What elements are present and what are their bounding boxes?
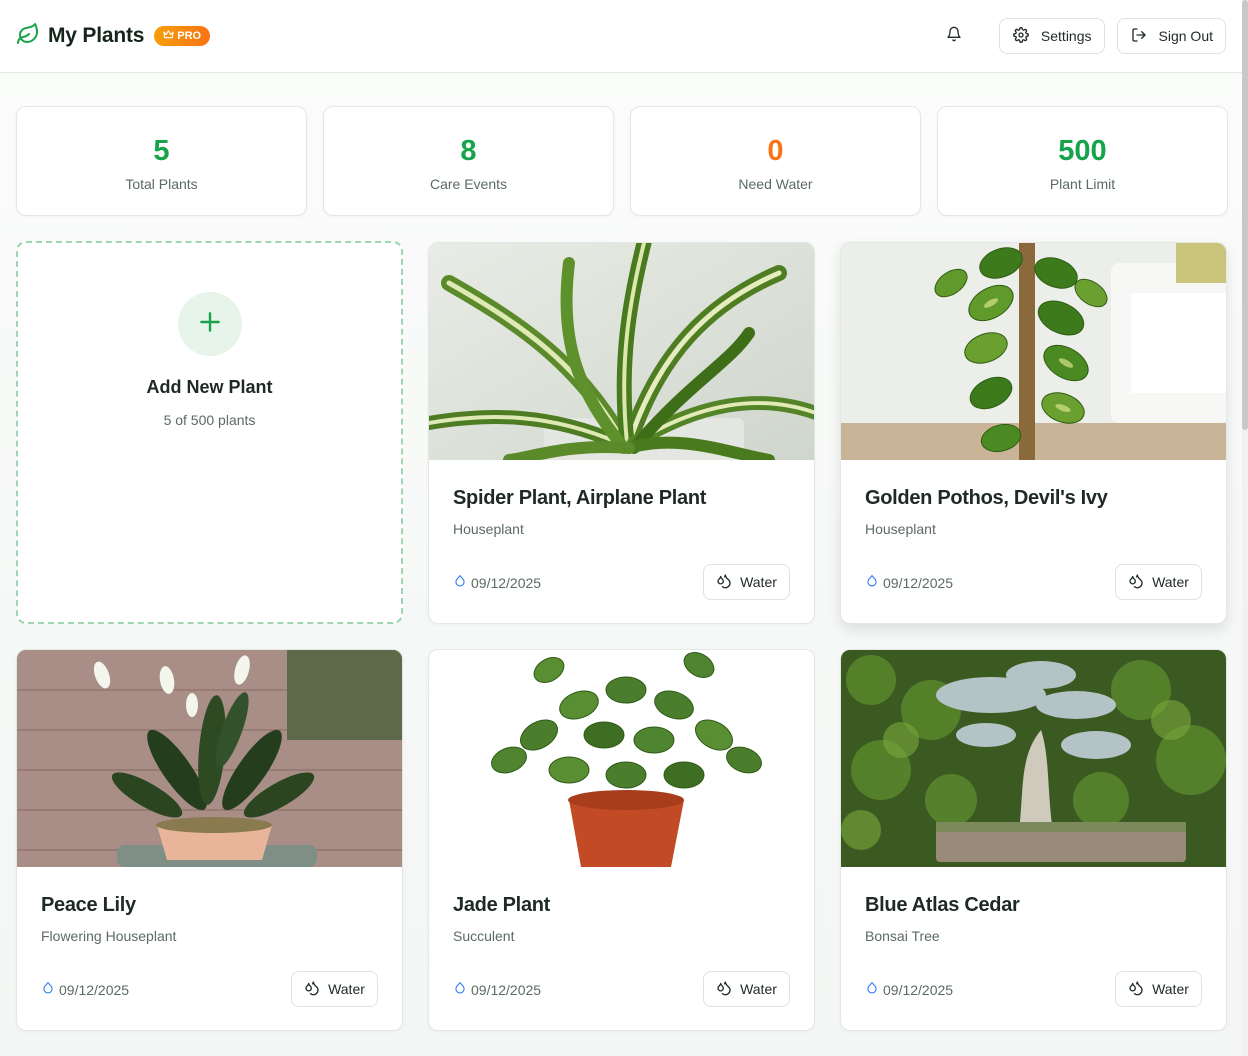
- plant-card[interactable]: Blue Atlas Cedar Bonsai Tree 09/12/2025 …: [840, 649, 1227, 1031]
- page-scrollbar[interactable]: [1242, 0, 1248, 1056]
- droplet-icon: [865, 573, 879, 592]
- plant-card-body: Spider Plant, Airplane Plant Houseplant …: [429, 460, 814, 623]
- header-actions: Settings Sign Out: [939, 18, 1226, 54]
- last-watered: 09/12/2025: [453, 573, 541, 592]
- last-watered-date: 09/12/2025: [883, 981, 954, 998]
- water-label: Water: [1152, 574, 1189, 590]
- stat-label: Care Events: [429, 175, 508, 192]
- last-watered-date: 09/12/2025: [471, 574, 542, 591]
- plant-card[interactable]: Spider Plant, Airplane Plant Houseplant …: [428, 242, 815, 624]
- blue-atlas-cedar-photo: [841, 650, 1226, 867]
- water-button[interactable]: Water: [291, 971, 378, 1007]
- notifications-button[interactable]: [939, 21, 969, 51]
- plant-card[interactable]: Golden Pothos, Devil's Ivy Houseplant 09…: [840, 242, 1227, 624]
- page-title: My Plants: [48, 24, 145, 47]
- sign-out-label: Sign Out: [1158, 28, 1213, 44]
- stat-total-plants: 5 Total Plants: [16, 106, 307, 216]
- add-new-plant-card[interactable]: Add New Plant 5 of 500 plants: [16, 241, 403, 624]
- plant-name: Golden Pothos, Devil's Ivy: [865, 487, 1108, 509]
- water-label: Water: [740, 574, 777, 590]
- add-plant-title: Add New Plant: [146, 377, 273, 397]
- droplets-icon: [1128, 573, 1144, 592]
- plant-type: Bonsai Tree: [865, 928, 940, 944]
- scrollbar-thumb[interactable]: [1242, 0, 1248, 430]
- stat-need-water: 0 Need Water: [630, 106, 921, 216]
- stat-value: 5: [153, 134, 170, 167]
- droplet-icon: [453, 980, 467, 999]
- water-button[interactable]: Water: [1115, 971, 1202, 1007]
- sign-out-button[interactable]: Sign Out: [1116, 18, 1226, 54]
- golden-pothos-photo: [841, 243, 1226, 460]
- stat-label: Plant Limit: [1049, 175, 1116, 192]
- plant-name: Blue Atlas Cedar: [865, 894, 1020, 916]
- last-watered-date: 09/12/2025: [59, 981, 130, 998]
- crown-icon: [163, 29, 174, 43]
- plant-card[interactable]: Jade Plant Succulent 09/12/2025 Water: [428, 649, 815, 1031]
- droplets-icon: [716, 573, 732, 592]
- plant-name: Peace Lily: [41, 894, 136, 916]
- droplet-icon: [41, 980, 55, 999]
- bell-icon: [946, 26, 962, 47]
- app-header: My Plants PRO Settings Sign Out: [0, 0, 1242, 73]
- water-label: Water: [328, 981, 365, 997]
- last-watered: 09/12/2025: [41, 980, 129, 999]
- plus-icon: [197, 309, 223, 340]
- stat-plant-limit: 500 Plant Limit: [937, 106, 1228, 216]
- water-button[interactable]: Water: [1115, 564, 1202, 600]
- water-button[interactable]: Water: [703, 564, 790, 600]
- log-out-icon: [1131, 27, 1147, 46]
- stats-row: 5 Total Plants 8 Care Events 0 Need Wate…: [16, 106, 1228, 216]
- plant-card-body: Blue Atlas Cedar Bonsai Tree 09/12/2025 …: [841, 867, 1226, 1030]
- stat-label: Need Water: [738, 175, 813, 192]
- last-watered: 09/12/2025: [865, 980, 953, 999]
- spider-plant-photo: [429, 243, 814, 460]
- droplets-icon: [716, 980, 732, 999]
- water-label: Water: [740, 981, 777, 997]
- settings-button[interactable]: Settings: [998, 18, 1105, 54]
- stat-value: 8: [460, 134, 477, 167]
- plant-name: Jade Plant: [453, 894, 551, 916]
- plant-count-caption: 5 of 500 plants: [163, 412, 256, 428]
- droplets-icon: [304, 980, 320, 999]
- droplets-icon: [1128, 980, 1144, 999]
- water-button[interactable]: Water: [703, 971, 790, 1007]
- peace-lily-photo: [17, 650, 402, 867]
- plant-name: Spider Plant, Airplane Plant: [453, 487, 707, 509]
- last-watered: 09/12/2025: [453, 980, 541, 999]
- plant-card-body: Peace Lily Flowering Houseplant 09/12/20…: [17, 867, 402, 1030]
- droplet-icon: [453, 573, 467, 592]
- stat-care-events: 8 Care Events: [323, 106, 614, 216]
- add-plant-button[interactable]: [177, 292, 242, 356]
- jade-plant-photo: [429, 650, 814, 867]
- last-watered-date: 09/12/2025: [883, 574, 954, 591]
- stat-value: 500: [1058, 134, 1107, 167]
- last-watered-date: 09/12/2025: [471, 981, 542, 998]
- brand: My Plants PRO: [16, 22, 211, 51]
- settings-label: Settings: [1040, 28, 1092, 44]
- plant-type: Flowering Houseplant: [41, 928, 177, 944]
- stat-value: 0: [767, 134, 784, 167]
- plant-type: Houseplant: [865, 521, 936, 537]
- pro-label: PRO: [177, 30, 202, 42]
- last-watered: 09/12/2025: [865, 573, 953, 592]
- stat-label: Total Plants: [125, 175, 198, 192]
- droplet-icon: [865, 980, 879, 999]
- water-label: Water: [1152, 981, 1189, 997]
- leaf-icon: [16, 22, 40, 51]
- plant-card[interactable]: Peace Lily Flowering Houseplant 09/12/20…: [16, 649, 403, 1031]
- plant-card-body: Golden Pothos, Devil's Ivy Houseplant 09…: [841, 460, 1226, 623]
- plant-card-body: Jade Plant Succulent 09/12/2025 Water: [429, 867, 814, 1030]
- pro-badge: PRO: [154, 26, 211, 46]
- plant-type: Succulent: [453, 928, 515, 944]
- gear-icon: [1012, 26, 1029, 46]
- plant-type: Houseplant: [453, 521, 524, 537]
